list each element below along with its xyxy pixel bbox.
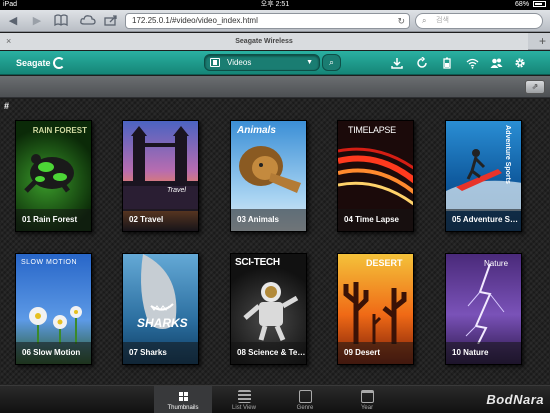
tab-title: Seagate Wireless <box>235 38 293 45</box>
close-tab-icon[interactable]: × <box>6 33 11 50</box>
logo-text: Seagate <box>16 58 51 68</box>
wifi-icon[interactable] <box>466 57 479 69</box>
clock: 오후 2:51 <box>260 1 290 8</box>
video-card-time-lapse[interactable]: TIMELAPSE 04 Time Lapse <box>337 120 414 232</box>
video-title: 05 Adventure Sp... <box>446 209 521 231</box>
video-title: 03 Animals <box>231 209 306 231</box>
search-placeholder: 검색 <box>436 17 449 24</box>
watermark-logo: BodNara <box>486 392 544 407</box>
equalizer-icon <box>298 390 312 403</box>
tab-list-view[interactable]: List View <box>215 386 273 413</box>
tab-label: Year <box>360 405 374 411</box>
tab-label: List View <box>232 405 256 411</box>
frog-illustration <box>24 154 74 193</box>
calendar-icon <box>360 390 374 403</box>
tab-bar: × Seagate Wireless + <box>0 33 550 50</box>
video-card-adventure-sports[interactable]: Adventure Sports 05 Adventure Sp... <box>445 120 522 232</box>
new-tab-button[interactable]: + <box>539 33 546 50</box>
category-select[interactable]: Videos ▼ <box>204 54 320 71</box>
address-bar[interactable]: 172.25.0.1/#video/video_index.html ↻ <box>125 13 410 29</box>
sync-icon[interactable] <box>416 56 428 69</box>
search-button[interactable]: ⌕ <box>322 54 341 71</box>
poster-title: Travel <box>167 187 186 194</box>
icloud-icon[interactable] <box>80 14 96 28</box>
cactus-illustration <box>343 282 407 344</box>
film-icon <box>210 58 220 67</box>
video-card-travel[interactable]: Travel 02 Travel <box>122 120 199 232</box>
video-title: 07 Sharks <box>123 342 198 364</box>
light-trails-illustration <box>338 147 413 206</box>
bookmarks-icon[interactable] <box>54 14 68 28</box>
reload-icon[interactable]: ↻ <box>397 14 405 28</box>
section-index: # <box>4 101 10 111</box>
tower-bridge-illustration <box>123 126 198 211</box>
lightning-illustration <box>465 263 505 344</box>
category-value: Videos <box>227 58 252 67</box>
battery-indicator: 68% <box>515 0 546 10</box>
download-icon[interactable] <box>391 57 403 69</box>
chevron-down-icon: ▼ <box>306 59 313 66</box>
video-title: 01 Rain Forest <box>16 209 91 231</box>
video-card-rain-forest[interactable]: RAIN FOREST 01 Rain Forest <box>15 120 92 232</box>
tab-label: Thumbnails <box>167 405 199 411</box>
video-title: 09 Desert <box>338 342 413 364</box>
list-icon <box>237 390 251 403</box>
gear-icon[interactable] <box>514 57 526 69</box>
video-card-animals[interactable]: Animals 03 Animals <box>230 120 307 232</box>
lion-illustration <box>239 146 301 193</box>
battery-icon[interactable] <box>441 57 453 69</box>
search-icon: ⌕ <box>422 16 427 25</box>
tab-genre[interactable]: Genre <box>276 386 334 413</box>
video-title: 10 Nature <box>446 342 521 364</box>
status-bar: iPad 오후 2:51 68% <box>0 0 550 10</box>
back-icon[interactable]: ◀ <box>6 14 20 28</box>
users-icon[interactable] <box>490 57 503 69</box>
battery-icon <box>533 1 546 7</box>
daisies-illustration <box>29 306 82 344</box>
video-title: 06 Slow Motion <box>16 342 91 364</box>
url-text: 172.25.0.1/#video/video_index.html <box>132 16 258 25</box>
action-bar: ⇗ <box>0 76 550 98</box>
astronaut-illustration <box>243 282 299 341</box>
forward-icon[interactable]: ▶ <box>30 14 44 28</box>
video-card-desert[interactable]: DESERT 09 Desert <box>337 253 414 365</box>
video-title: 04 Time Lapse <box>338 209 413 231</box>
video-card-slow-motion[interactable]: SLOW MOTION 06 Slow Motion <box>15 253 92 365</box>
video-title: 08 Science & Tec... <box>231 342 306 364</box>
video-grid: # RAIN FOREST 01 Rain Forest Travel 02 T… <box>0 99 550 385</box>
tab-thumbnails[interactable]: Thumbnails <box>154 386 212 413</box>
tab-label: Genre <box>296 405 314 411</box>
video-card-nature[interactable]: Nature 10 Nature <box>445 253 522 365</box>
view-tab-bar: Thumbnails List View Genre Year BodNara <box>0 385 550 413</box>
poster-title: SHARKS <box>137 316 188 330</box>
search-input[interactable]: ⌕ 검색 <box>415 13 543 29</box>
shark-illustration <box>141 254 177 329</box>
video-title: 02 Travel <box>123 209 198 231</box>
poster-title: Adventure Sports <box>504 125 512 184</box>
export-button[interactable]: ⇗ <box>525 80 545 94</box>
app-header: Seagate Videos ▼ ⌕ <box>0 51 550 75</box>
tab-year[interactable]: Year <box>338 386 396 413</box>
browser-toolbar: ◀ ▶ 172.25.0.1/#video/video_index.html ↻… <box>0 10 550 32</box>
video-card-science-tech[interactable]: SCI-TECH 08 Science & Tec... <box>230 253 307 365</box>
video-card-sharks[interactable]: SHARKS 07 Sharks <box>122 253 199 365</box>
seagate-logo: Seagate <box>16 57 65 69</box>
grid-icon <box>176 390 190 403</box>
seagate-swirl-icon <box>52 57 65 69</box>
share-icon[interactable] <box>104 14 118 28</box>
search-icon: ⌕ <box>328 57 335 67</box>
export-icon: ⇗ <box>531 82 539 91</box>
tab-seagate-wireless[interactable]: × Seagate Wireless <box>0 33 528 50</box>
battery-percent: 68% <box>515 1 530 8</box>
